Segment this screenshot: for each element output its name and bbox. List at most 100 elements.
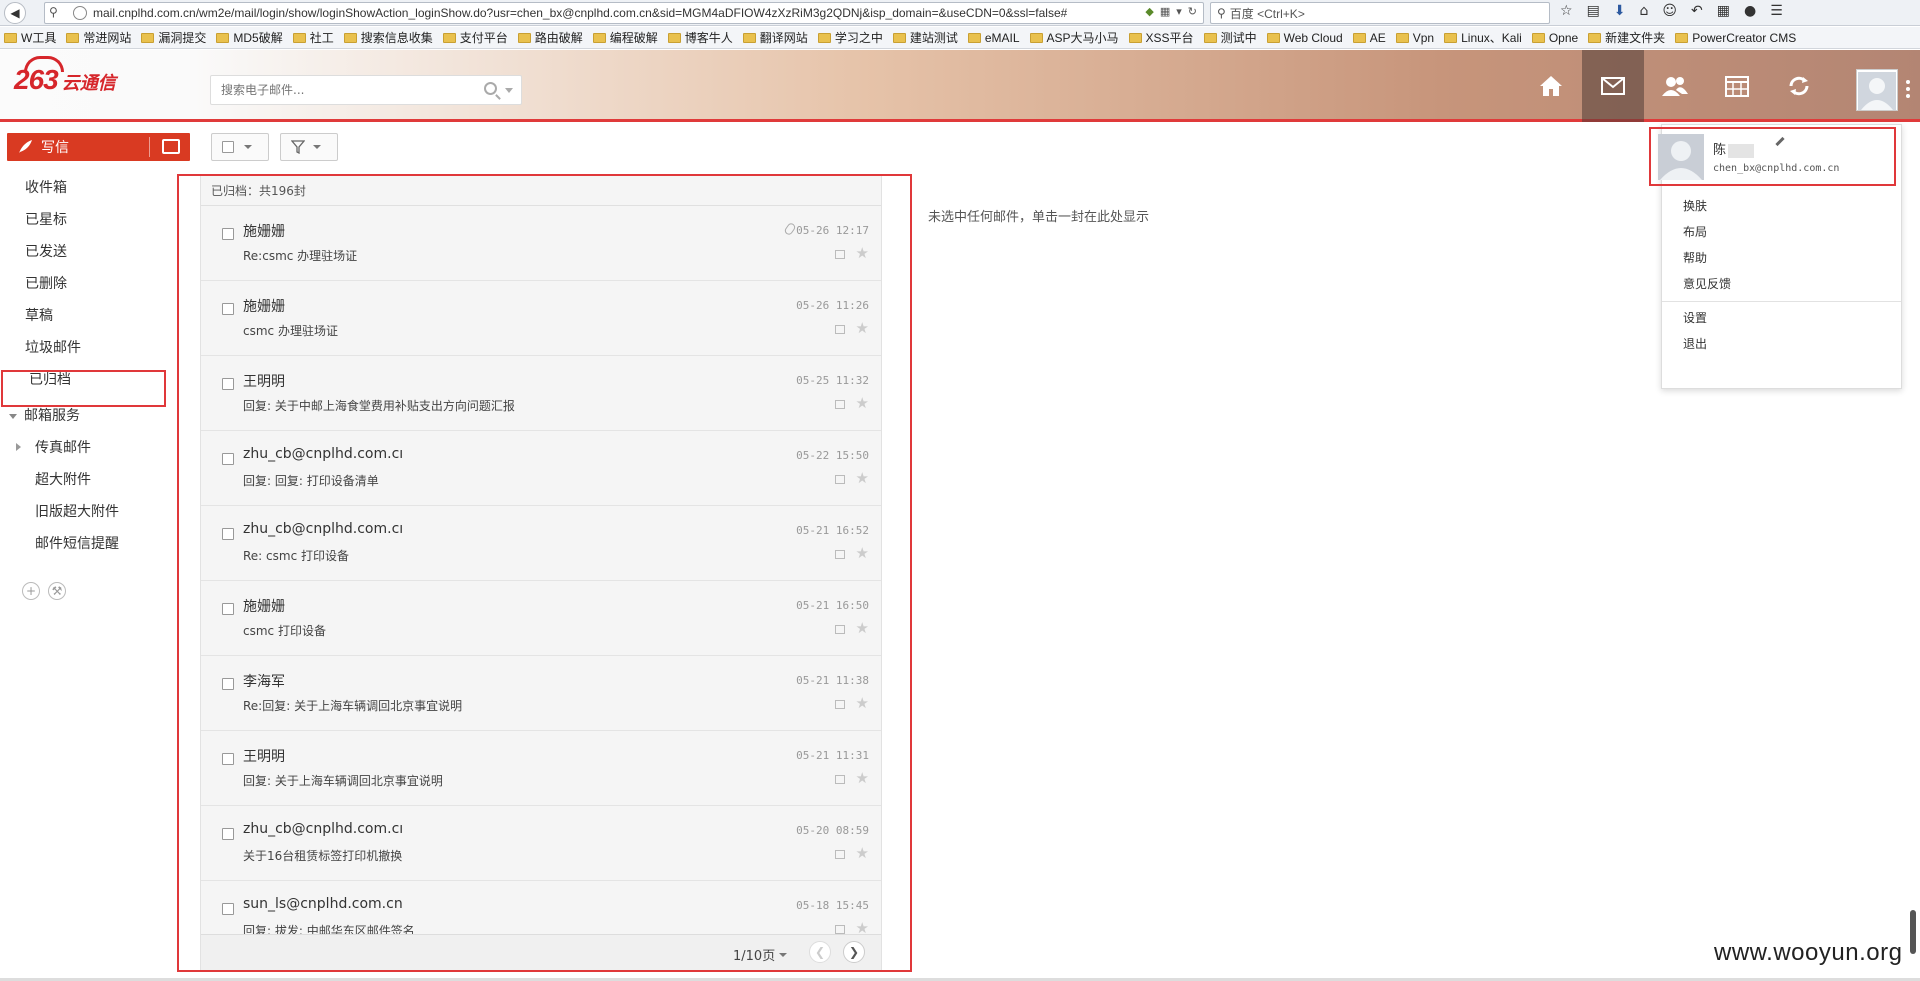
select-all-dropdown[interactable]	[211, 133, 269, 161]
user-card[interactable]: 陈 chen_bx@cnplhd.com.cn	[1649, 127, 1896, 186]
bookmark-item[interactable]: Web Cloud	[1266, 30, 1343, 45]
sidebar-service-item[interactable]: 旧版超大附件	[0, 496, 175, 528]
bookmark-item[interactable]: XSS平台	[1128, 29, 1194, 46]
nav-home[interactable]	[1520, 50, 1582, 122]
receive-mail-icon[interactable]	[162, 139, 180, 154]
search-icon: ⚲	[1217, 6, 1226, 20]
bookmark-item[interactable]: 编程破解	[592, 29, 658, 46]
menu-icon[interactable]: ☰	[1770, 3, 1783, 19]
bookmark-item[interactable]: eMAIL	[967, 31, 1020, 45]
home-icon[interactable]: ⌂	[1640, 3, 1649, 19]
logo-cloud-icon	[24, 56, 64, 72]
user-menu-item[interactable]: 布局	[1662, 219, 1901, 245]
download-icon[interactable]: ⬇	[1614, 3, 1626, 19]
more-icon[interactable]	[1906, 80, 1910, 101]
bookmark-label: Linux、Kali	[1461, 31, 1522, 45]
divider	[149, 137, 150, 157]
nav-mail[interactable]	[1582, 50, 1644, 122]
crop-icon[interactable]: ▦	[1717, 3, 1730, 19]
search-icon[interactable]	[484, 82, 497, 95]
sidebar-folder[interactable]: 已星标	[0, 204, 175, 236]
folder-icon	[1444, 32, 1458, 43]
bookmark-label: 编程破解	[609, 31, 658, 45]
nav-sync[interactable]	[1768, 50, 1830, 122]
nav-contacts[interactable]	[1644, 50, 1706, 122]
bookmark-item[interactable]: 建站测试	[892, 29, 958, 46]
bookmark-item[interactable]: 新建文件夹	[1588, 29, 1665, 46]
bookmark-item[interactable]: ASP大马小马	[1029, 29, 1119, 46]
sidebar-folder[interactable]: 垃圾邮件	[0, 332, 175, 364]
folder-sidebar: 收件箱 已星标 已发送 已删除 草稿 垃圾邮件 已归档 邮箱服务 传真邮件 超大附件 旧版超大…	[0, 172, 175, 560]
bookmark-item[interactable]: 社工	[292, 29, 334, 46]
browser-search-box[interactable]: ⚲ 百度 <Ctrl+K>	[1210, 2, 1550, 24]
chevron-down-icon[interactable]	[505, 88, 513, 93]
shield-icon[interactable]: ◆	[1145, 5, 1153, 18]
sidebar-service-item[interactable]: 超大附件	[0, 464, 175, 496]
watermark: www.wooyun.org	[1714, 939, 1903, 966]
nav-calendar[interactable]	[1706, 50, 1768, 122]
mail-search-input[interactable]	[221, 83, 471, 97]
sidebar-folder[interactable]: 已删除	[0, 268, 175, 300]
menu-divider	[1662, 301, 1901, 302]
reader-icon[interactable]: ▤	[1587, 3, 1600, 19]
bookmark-item[interactable]: 翻译网站	[742, 29, 808, 46]
bookmark-item[interactable]: AE	[1352, 31, 1386, 45]
redacted-mask	[1728, 143, 1755, 158]
bookmark-item[interactable]: 漏洞提交	[141, 29, 206, 46]
bookmark-item[interactable]: PowerCreator CMS	[1675, 31, 1796, 45]
bookmark-item[interactable]: MD5破解	[216, 29, 283, 46]
bookmark-item[interactable]: 路由破解	[517, 29, 583, 46]
sidebar-folder[interactable]: 收件箱	[0, 172, 175, 204]
user-name: 陈	[1713, 139, 1755, 158]
address-bar[interactable]: ⚲ mail.cnplhd.com.cn/wm2e/mail/login/sho…	[44, 2, 1204, 24]
chevron-down-icon	[244, 145, 252, 149]
bookmark-item[interactable]: 常进网站	[66, 29, 131, 46]
user-menu-item[interactable]: 换肤	[1662, 193, 1901, 219]
sidebar-service-item[interactable]: 邮件短信提醒	[0, 528, 175, 560]
chevron-down-icon	[313, 145, 321, 149]
bookmark-label: Web Cloud	[1283, 30, 1343, 45]
bookmark-item[interactable]: 学习之中	[817, 29, 883, 46]
sidebar-folder[interactable]: 已发送	[0, 236, 175, 268]
mail-search-box[interactable]	[210, 75, 522, 105]
comment-icon[interactable]: ●	[1744, 3, 1756, 19]
browser-search-placeholder: 百度 <Ctrl+K>	[1229, 6, 1305, 21]
bookmark-label: 新建文件夹	[1605, 31, 1666, 45]
qr-icon[interactable]: ▦	[1160, 5, 1170, 18]
star-icon[interactable]: ☆	[1560, 3, 1573, 19]
chat-icon[interactable]: ☺	[1662, 3, 1677, 19]
bookmark-label: W工具	[21, 31, 57, 45]
user-avatar-button[interactable]	[1856, 69, 1898, 111]
folder-icon	[1675, 32, 1689, 43]
sidebar-folder[interactable]: 草稿	[0, 300, 175, 332]
dropdown-icon[interactable]: ▾	[1176, 5, 1182, 18]
undo-icon[interactable]: ↶	[1691, 3, 1703, 19]
folder-icon	[1029, 32, 1043, 43]
reload-icon[interactable]: ↻	[1188, 5, 1197, 18]
bookmark-item[interactable]: Vpn	[1395, 31, 1434, 45]
calendar-icon	[1725, 76, 1749, 97]
user-menu-item[interactable]: 设置	[1662, 305, 1901, 331]
filter-dropdown[interactable]	[280, 133, 338, 161]
bookmark-item[interactable]: Linux、Kali	[1444, 29, 1522, 46]
user-menu-item[interactable]: 帮助	[1662, 245, 1901, 271]
user-menu-item[interactable]: 意见反馈	[1662, 271, 1901, 297]
bookmark-item[interactable]: 测试中	[1203, 29, 1257, 46]
select-all-checkbox[interactable]	[222, 141, 234, 153]
bookmark-item[interactable]: 搜索信息收集	[343, 29, 433, 46]
pencil-icon[interactable]	[1775, 136, 1785, 147]
user-menu-item[interactable]: 退出	[1662, 331, 1901, 357]
bookmark-item[interactable]: 支付平台	[442, 29, 508, 46]
back-button[interactable]: ◀	[4, 1, 26, 24]
settings-wrench-icon[interactable]: ⚒	[48, 582, 66, 600]
sidebar-service-item[interactable]: 传真邮件	[0, 432, 175, 464]
logo[interactable]: 263 云通信	[14, 56, 116, 96]
filter-icon	[291, 140, 305, 154]
scrollbar-thumb[interactable]	[1910, 910, 1916, 954]
add-folder-icon[interactable]: +	[22, 582, 40, 600]
bookmark-label: MD5破解	[233, 31, 283, 45]
bookmark-item[interactable]: W工具	[4, 29, 56, 46]
compose-button[interactable]: 写信	[7, 133, 190, 161]
bookmark-item[interactable]: Opne	[1531, 31, 1578, 45]
bookmark-item[interactable]: 博客牛人	[667, 29, 733, 46]
